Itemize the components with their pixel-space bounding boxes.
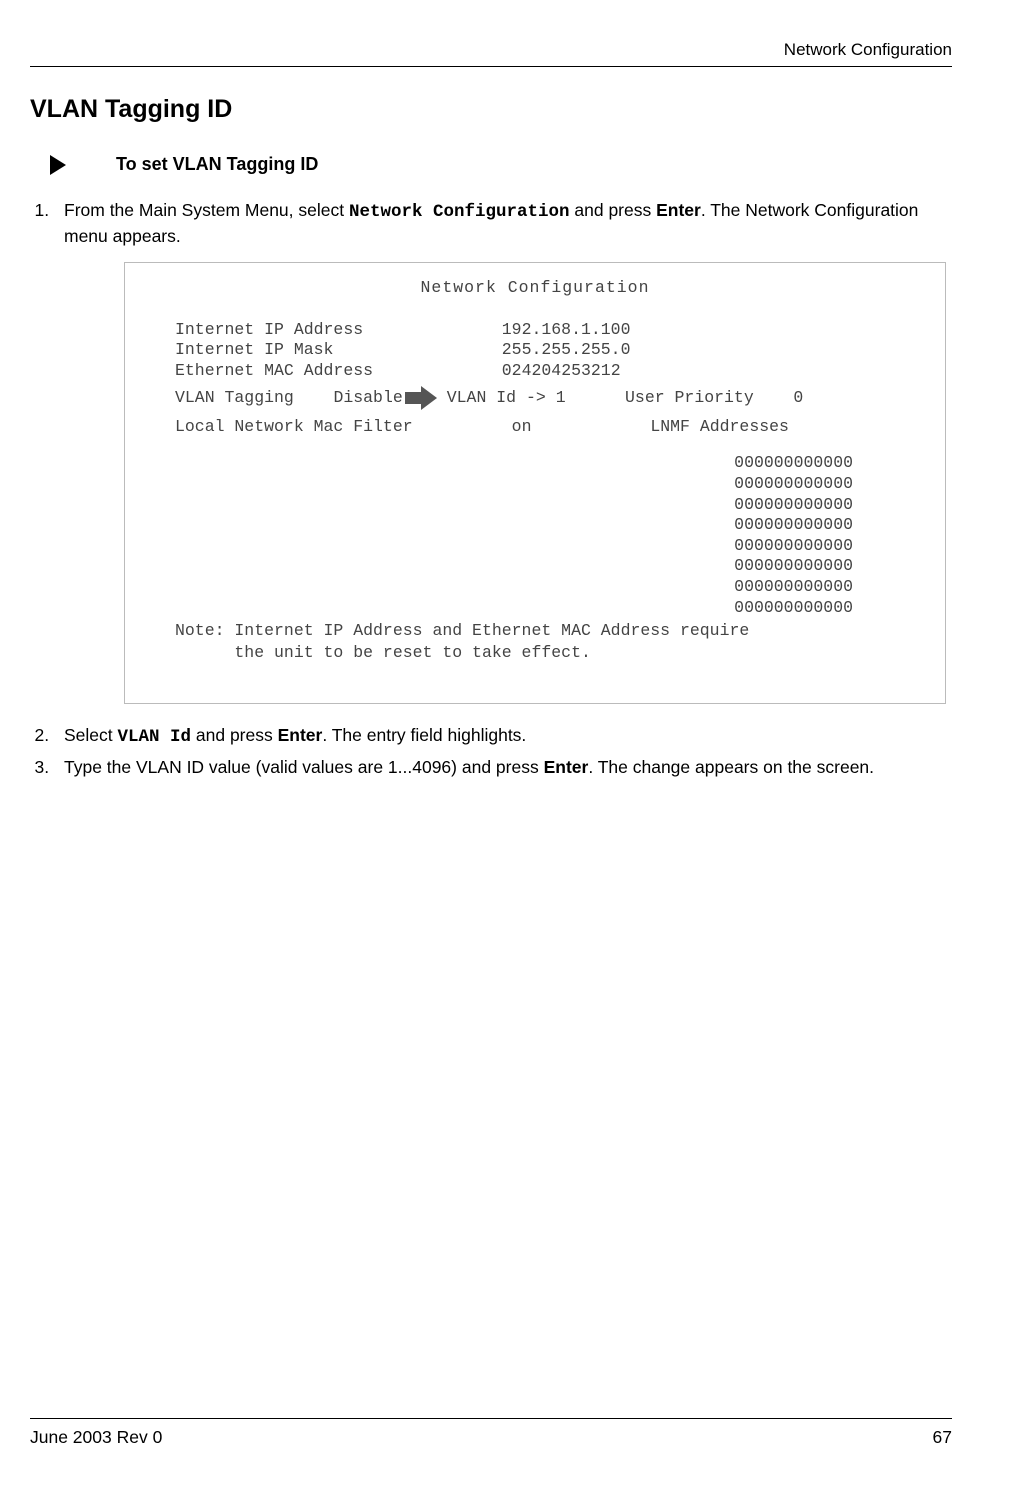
lnmf-addr-label: LNMF Addresses [650, 417, 789, 436]
vlan-tag-value: Disable [333, 388, 402, 409]
ip-value: 192.168.1.100 [502, 320, 631, 339]
lnmf-addr: 000000000000 [734, 515, 853, 536]
step-1: From the Main System Menu, select Networ… [54, 199, 952, 704]
lnmf-addr: 000000000000 [734, 536, 853, 557]
step-text: and press [570, 200, 657, 220]
step-text: From the Main System Menu, select [64, 200, 349, 220]
step-3: Type the VLAN ID value (valid values are… [54, 756, 952, 780]
vlan-tag-label: VLAN Tagging [175, 388, 294, 409]
step-bold: Enter [544, 757, 589, 777]
step-text: and press [191, 725, 278, 745]
footer-page-number: 67 [933, 1427, 952, 1448]
user-priority-label: User Priority [625, 388, 754, 409]
mask-value: 255.255.255.0 [502, 340, 631, 359]
lnmf-status: on [512, 417, 532, 436]
lnmf-addr: 000000000000 [734, 598, 853, 619]
user-priority-value: 0 [793, 388, 803, 409]
screen-title: Network Configuration [125, 263, 945, 299]
step-bold: Enter [278, 725, 323, 745]
step-code: VLAN Id [118, 727, 192, 747]
step-2: Select VLAN Id and press Enter. The entr… [54, 724, 952, 750]
lnmf-addr: 000000000000 [734, 495, 853, 516]
steps-list: From the Main System Menu, select Networ… [30, 199, 952, 780]
step-text: . The change appears on the screen. [588, 757, 874, 777]
procedure-heading: To set VLAN Tagging ID [50, 154, 952, 175]
step-text: Select [64, 725, 118, 745]
mac-value: 024204253212 [502, 361, 621, 380]
lnmf-addr: 000000000000 [734, 577, 853, 598]
footer-date: June 2003 Rev 0 [30, 1427, 162, 1448]
procedure-arrow-icon [50, 155, 66, 175]
section-title: VLAN Tagging ID [30, 95, 952, 124]
lnmf-addr: 000000000000 [734, 556, 853, 577]
page-footer: June 2003 Rev 0 67 [30, 1418, 952, 1448]
lnmf-addresses: 000000000000 000000000000 000000000000 0… [734, 453, 853, 618]
screen-note: Note: Internet IP Address and Ethernet M… [175, 620, 749, 663]
note-line: the unit to be reset to take effect. [175, 643, 591, 662]
lnmf-addr: 000000000000 [734, 474, 853, 495]
terminal-screenshot: Network Configuration Internet IP Addres… [124, 262, 946, 704]
note-line: Note: Internet IP Address and Ethernet M… [175, 621, 749, 640]
pointer-arrow-icon [405, 387, 441, 409]
mask-label: Internet IP Mask [175, 340, 333, 359]
step-bold: Enter [656, 200, 701, 220]
page-header: Network Configuration [30, 40, 952, 67]
procedure-title: To set VLAN Tagging ID [116, 154, 318, 175]
step-text: . The entry field highlights. [322, 725, 526, 745]
vlan-id-value: 1 [556, 388, 566, 409]
mac-label: Ethernet MAC Address [175, 361, 373, 380]
ip-label: Internet IP Address [175, 320, 363, 339]
vlan-id-label: VLAN Id -> [447, 388, 546, 409]
lnmf-label: Local Network Mac Filter [175, 417, 413, 436]
step-code: Network Configuration [349, 202, 570, 222]
step-text: Type the VLAN ID value (valid values are… [64, 757, 544, 777]
lnmf-addr: 000000000000 [734, 453, 853, 474]
